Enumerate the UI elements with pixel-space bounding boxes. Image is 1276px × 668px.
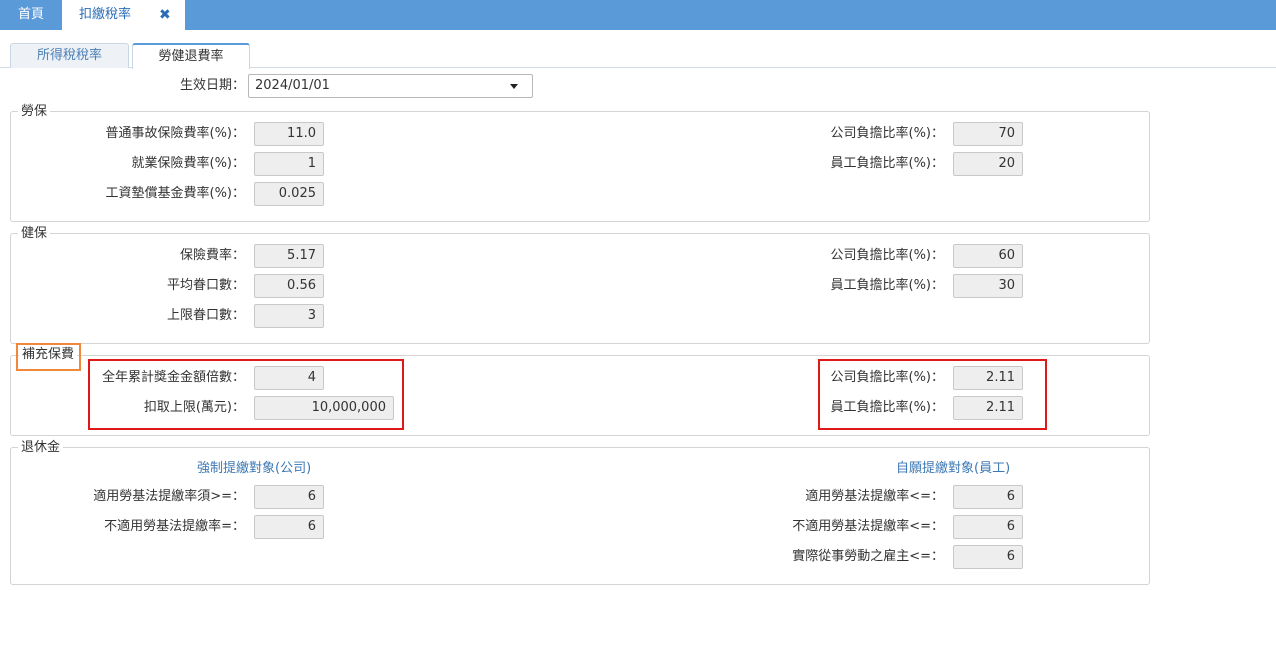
pn-vol-non-applicable-rate-field[interactable]: 6: [953, 515, 1023, 539]
tab-home[interactable]: 首頁: [0, 0, 62, 30]
labor-insurance-legend: 勞保: [18, 104, 51, 120]
hi-employee-share-label: 員工負擔比率(%)：: [830, 278, 945, 293]
hi-company-share-label: 公司負擔比率(%)：: [830, 248, 945, 263]
hi-avg-dependents-field[interactable]: 0.56: [254, 274, 324, 298]
li-employment-rate-label: 就業保險費率(%)：: [131, 156, 246, 171]
tab-labor-health-pension[interactable]: 勞健退費率: [132, 43, 250, 69]
left-highlight-box: [88, 359, 404, 430]
pension-voluntary-heading: 自願提繳對象(員工): [896, 461, 1011, 476]
pn-vol-non-applicable-rate-label: 不適用勞基法提繳率<=：: [792, 519, 944, 534]
li-wage-fund-rate-field[interactable]: 0.025: [254, 182, 324, 206]
effective-date-value: 2024/01/01: [255, 78, 330, 93]
pn-vol-applicable-rate-field[interactable]: 6: [953, 485, 1023, 509]
tab-income-tax[interactable]: 所得稅稅率: [10, 43, 129, 68]
pension-mandatory-heading: 強制提繳對象(公司): [197, 461, 312, 476]
pn-vol-applicable-rate-label: 適用勞基法提繳率<=：: [805, 489, 944, 504]
li-employee-share-field[interactable]: 20: [953, 152, 1023, 176]
li-wage-fund-rate-label: 工資墊償基金費率(%)：: [105, 186, 246, 201]
pn-employer-rate-field[interactable]: 6: [953, 545, 1023, 569]
health-insurance-legend: 健保: [18, 226, 51, 242]
li-employee-share-label: 員工負擔比率(%)：: [830, 156, 945, 171]
li-ordinary-rate-label: 普通事故保險費率(%)：: [105, 126, 246, 141]
li-ordinary-rate-field[interactable]: 11.0: [254, 122, 324, 146]
li-company-share-label: 公司負擔比率(%)：: [830, 126, 945, 141]
hi-avg-dependents-label: 平均眷口數：: [166, 278, 245, 293]
pn-applicable-rate-field[interactable]: 6: [254, 485, 324, 509]
pn-non-applicable-rate-field[interactable]: 6: [254, 515, 324, 539]
li-company-share-field[interactable]: 70: [953, 122, 1023, 146]
effective-date-label: 生效日期：: [179, 78, 245, 93]
pn-applicable-rate-label: 適用勞基法提繳率須>=：: [93, 489, 245, 504]
hi-premium-rate-field[interactable]: 5.17: [254, 244, 324, 268]
tab-withholding-rates-label: 扣繳稅率: [79, 7, 132, 22]
tab-withholding-rates[interactable]: 扣繳稅率 ✖: [62, 0, 185, 30]
effective-date-select[interactable]: 2024/01/01: [248, 74, 533, 98]
pension-legend: 退休金: [18, 440, 64, 456]
hi-employee-share-field[interactable]: 30: [953, 274, 1023, 298]
pn-employer-rate-label: 實際從事勞動之雇主<=：: [792, 549, 944, 564]
hi-max-dependents-field[interactable]: 3: [254, 304, 324, 328]
hi-premium-rate-label: 保險費率：: [179, 248, 245, 263]
li-employment-rate-field[interactable]: 1: [254, 152, 324, 176]
close-icon[interactable]: ✖: [159, 0, 171, 30]
hi-max-dependents-label: 上限眷口數：: [166, 308, 245, 323]
right-highlight-box: [818, 359, 1047, 430]
hi-company-share-field[interactable]: 60: [953, 244, 1023, 268]
chevron-down-icon[interactable]: [510, 84, 518, 89]
pn-non-applicable-rate-label: 不適用勞基法提繳率=：: [104, 519, 245, 534]
top-tab-bar: 首頁 扣繳稅率 ✖: [0, 0, 1276, 30]
